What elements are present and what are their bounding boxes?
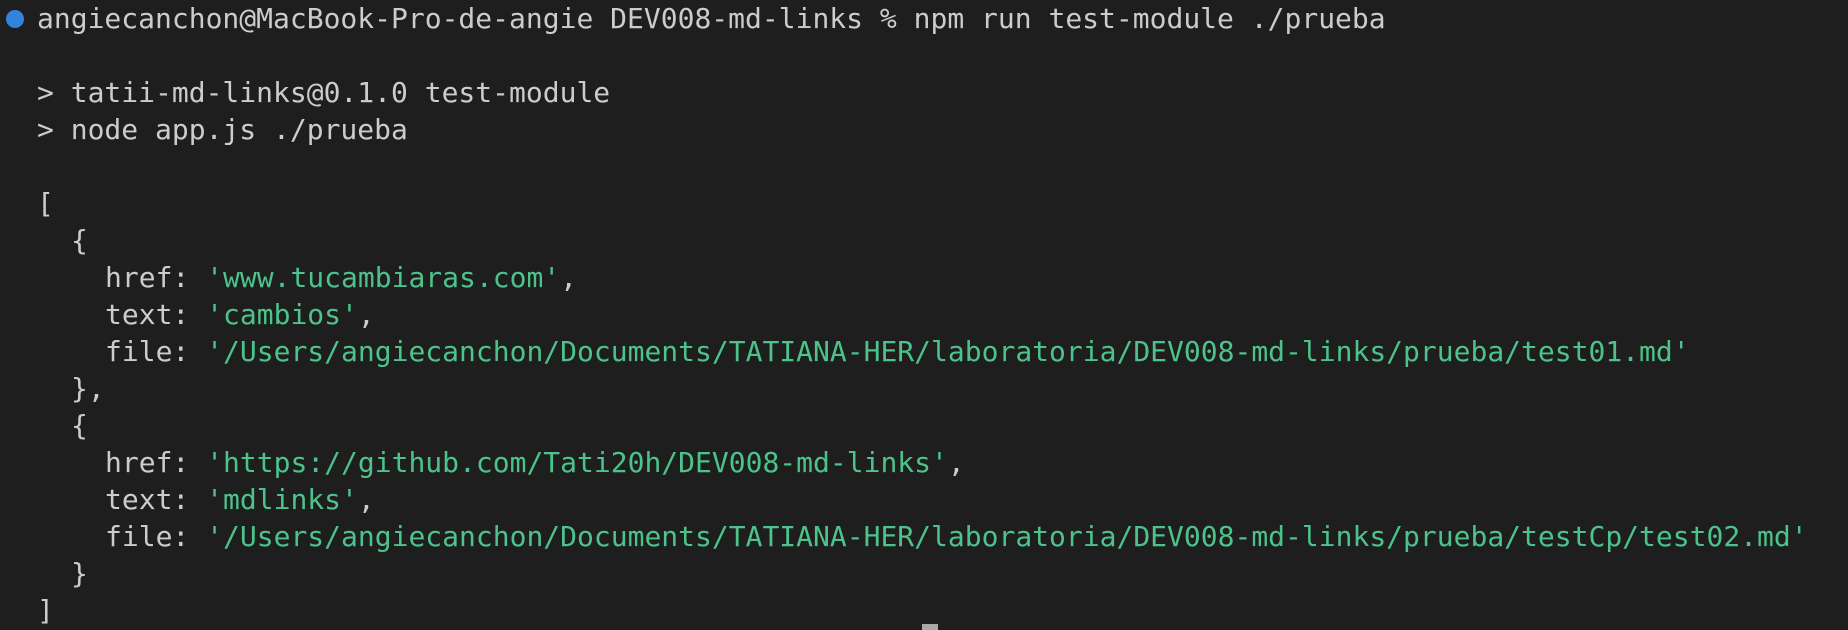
href-value: 'https://github.com/Tati20h/DEV008-md-li… <box>206 446 948 479</box>
href-key: href: <box>105 446 190 479</box>
npm-output-line: > node app.js ./prueba <box>37 113 408 146</box>
text-value: 'cambios' <box>206 298 358 331</box>
file-key: file: <box>105 335 190 368</box>
prompt-line: angiecanchon@MacBook-Pro-de-angie DEV008… <box>37 0 1386 37</box>
file-value: '/Users/angiecanchon/Documents/TATIANA-H… <box>206 520 1808 553</box>
object-open-brace: { <box>71 409 88 442</box>
terminal-panel[interactable]: angiecanchon@MacBook-Pro-de-angie DEV008… <box>0 0 1848 630</box>
prompt-user-host: angiecanchon@MacBook-Pro-de-angie <box>37 2 594 35</box>
file-value: '/Users/angiecanchon/Documents/TATIANA-H… <box>206 335 1690 368</box>
text-line: text: 'mdlinks', <box>105 483 375 516</box>
object-open-brace: { <box>71 224 88 257</box>
file-key: file: <box>105 520 190 553</box>
prompt-command: npm run test-module ./prueba <box>913 2 1386 35</box>
href-line: href: 'www.tucambiaras.com', <box>105 261 578 294</box>
command-status-dot-icon[interactable] <box>6 10 24 28</box>
prompt-cwd: DEV008-md-links <box>610 2 864 35</box>
file-line: file: '/Users/angiecanchon/Documents/TAT… <box>105 518 1808 555</box>
npm-output-line: > tatii-md-links@0.1.0 test-module <box>37 76 611 109</box>
array-close-bracket: ] <box>37 594 54 627</box>
array-open-bracket: [ <box>37 187 54 220</box>
href-line: href: 'https://github.com/Tati20h/DEV008… <box>105 446 965 479</box>
object-close-brace: }, <box>71 372 105 405</box>
text-key: text: <box>105 483 190 516</box>
href-value: 'www.tucambiaras.com' <box>206 261 561 294</box>
text-line: text: 'cambios', <box>105 298 375 331</box>
text-key: text: <box>105 298 190 331</box>
object-close-brace: } <box>71 557 88 590</box>
file-line: file: '/Users/angiecanchon/Documents/TAT… <box>105 333 1690 370</box>
terminal-cursor <box>922 624 938 630</box>
prompt-symbol: % <box>879 2 897 35</box>
text-value: 'mdlinks' <box>206 483 358 516</box>
href-key: href: <box>105 261 190 294</box>
